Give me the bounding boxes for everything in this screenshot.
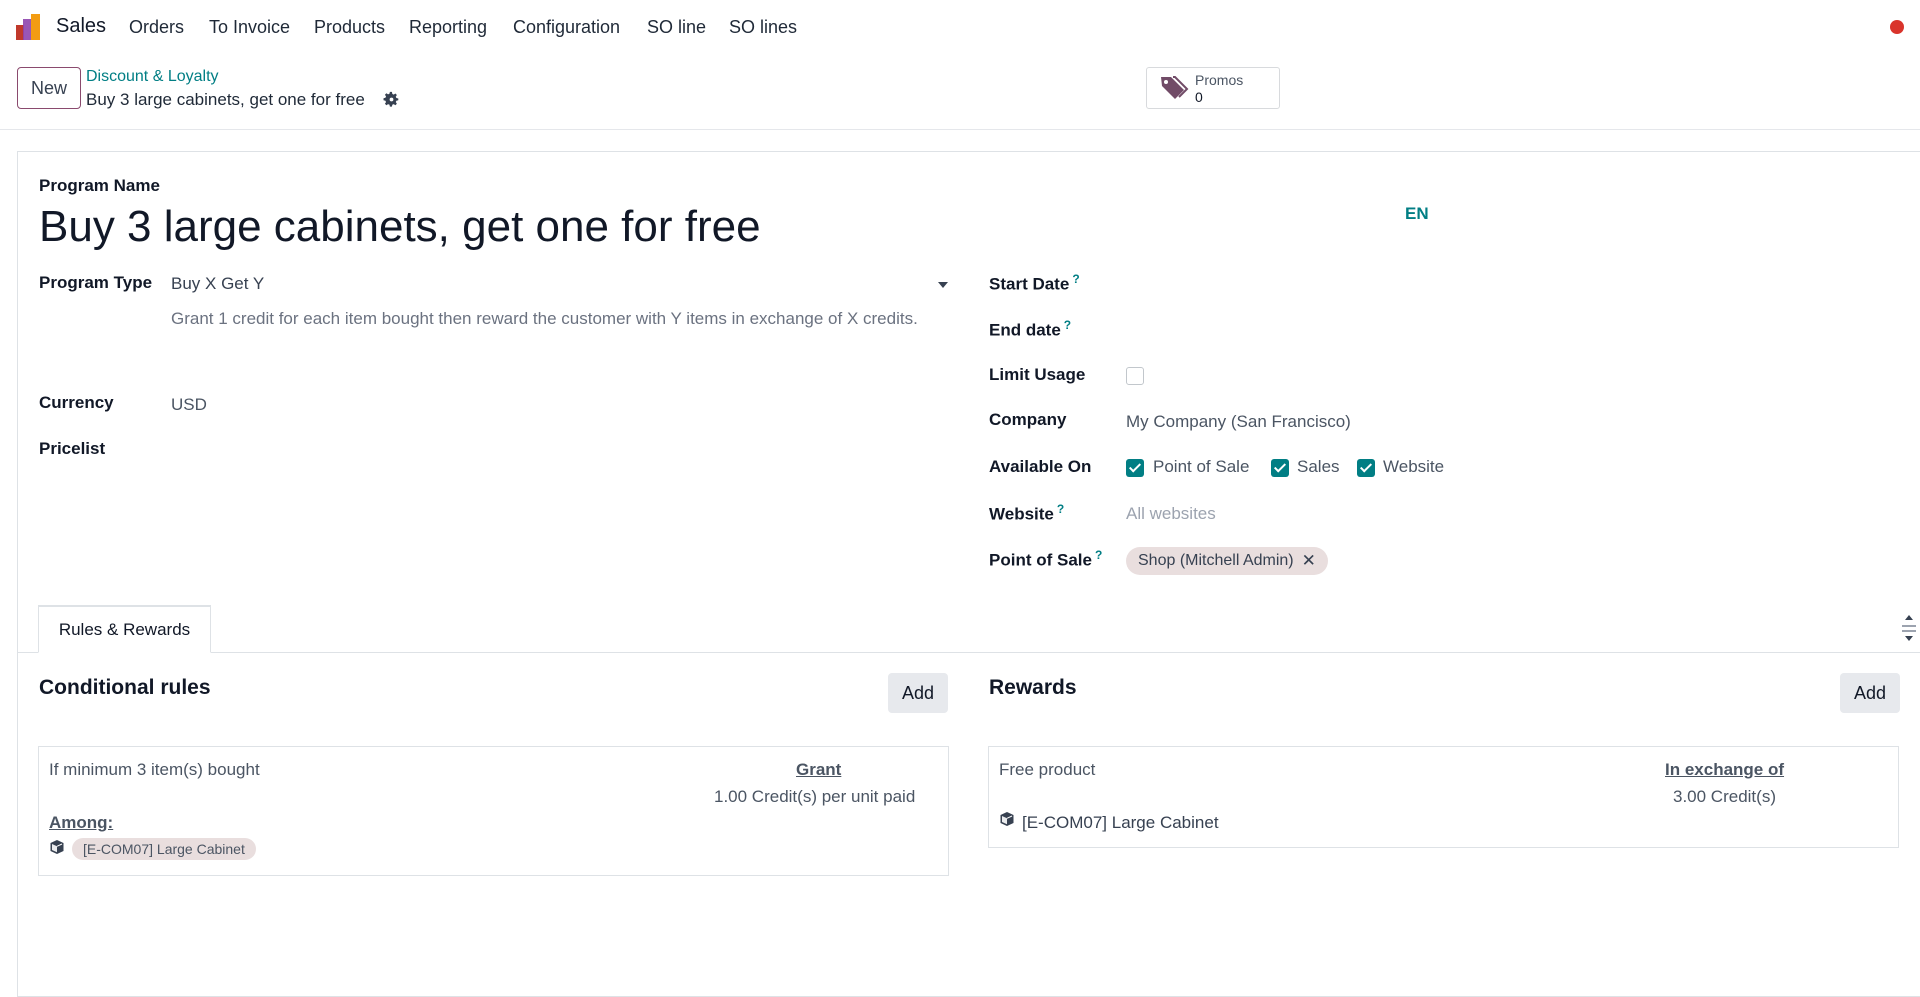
app-name[interactable]: Sales bbox=[56, 15, 106, 38]
rewards-title: Rewards bbox=[989, 676, 1077, 699]
currency-label: Currency bbox=[39, 393, 114, 412]
pricelist-label: Pricelist bbox=[39, 439, 106, 458]
website-field[interactable]: All websites bbox=[1126, 504, 1216, 524]
nav-configuration[interactable]: Configuration bbox=[513, 17, 620, 38]
top-navbar: Sales Orders To Invoice Products Reporti… bbox=[0, 0, 1920, 56]
add-rule-button[interactable]: Add bbox=[888, 673, 948, 713]
gear-icon[interactable] bbox=[383, 91, 400, 108]
exchange-value: 3.00 Credit(s) bbox=[1673, 787, 1776, 806]
program-type-select[interactable]: Buy X Get Y bbox=[171, 274, 264, 294]
control-panel-divider bbox=[0, 129, 1920, 130]
program-type-label: Program Type bbox=[39, 273, 153, 292]
status-dot[interactable] bbox=[1890, 20, 1904, 34]
help-icon[interactable]: ? bbox=[1072, 272, 1079, 286]
pos-label: Point of Sale? bbox=[989, 548, 1103, 570]
promos-smart-button[interactable]: Promos 0 bbox=[1146, 67, 1280, 109]
add-reward-button[interactable]: Add bbox=[1840, 673, 1900, 713]
pos-checkbox-label: Point of Sale bbox=[1153, 457, 1250, 476]
chevron-down-icon[interactable] bbox=[938, 282, 948, 288]
nav-so-lines[interactable]: SO lines bbox=[729, 17, 797, 38]
form-sheet: Program Name Buy 3 large cabinets, get o… bbox=[17, 151, 1920, 997]
limit-usage-label: Limit Usage bbox=[989, 365, 1086, 384]
rule-condition: If minimum 3 item(s) bought bbox=[49, 760, 260, 779]
reward-card[interactable]: Free product In exchange of 3.00 Credit(… bbox=[988, 746, 1899, 848]
sales-app-icon[interactable] bbox=[15, 13, 45, 41]
reward-type: Free product bbox=[999, 760, 1096, 779]
program-name-label: Program Name bbox=[39, 176, 160, 195]
nav-products[interactable]: Products bbox=[314, 17, 385, 38]
limit-usage-checkbox[interactable] bbox=[1126, 367, 1144, 385]
available-on-label: Available On bbox=[989, 457, 1092, 476]
promos-label: Promos bbox=[1195, 72, 1244, 88]
product-tag: [E-COM07] Large Cabinet bbox=[72, 838, 256, 860]
help-icon[interactable]: ? bbox=[1064, 318, 1071, 332]
sales-checkbox[interactable] bbox=[1271, 459, 1289, 477]
new-button[interactable]: New bbox=[17, 67, 81, 109]
nav-orders[interactable]: Orders bbox=[129, 17, 184, 38]
promos-count: 0 bbox=[1195, 89, 1203, 105]
nav-so-line[interactable]: SO line bbox=[647, 17, 706, 38]
company-field[interactable]: My Company (San Francisco) bbox=[1126, 412, 1351, 432]
close-icon[interactable]: ✕ bbox=[1302, 551, 1316, 571]
end-date-label: End date? bbox=[989, 318, 1072, 340]
tab-rules-rewards[interactable]: Rules & Rewards bbox=[38, 605, 211, 653]
website-checkbox-label: Website bbox=[1383, 457, 1445, 476]
help-icon[interactable]: ? bbox=[1095, 548, 1102, 562]
language-button[interactable]: EN bbox=[1405, 204, 1429, 224]
currency-field[interactable]: USD bbox=[171, 395, 207, 415]
scroll-indicator-icon[interactable] bbox=[1901, 612, 1917, 652]
tags-icon bbox=[1161, 76, 1189, 99]
breadcrumb-current: Buy 3 large cabinets, get one for free bbox=[86, 90, 365, 109]
website-checkbox[interactable] bbox=[1357, 459, 1375, 477]
pos-checkbox[interactable] bbox=[1126, 459, 1144, 477]
program-name-field[interactable]: Buy 3 large cabinets, get one for free bbox=[39, 202, 761, 252]
company-label: Company bbox=[989, 410, 1067, 429]
grant-header: Grant bbox=[796, 760, 842, 779]
conditional-rules-title: Conditional rules bbox=[39, 676, 211, 699]
help-icon[interactable]: ? bbox=[1057, 502, 1064, 516]
breadcrumb-parent[interactable]: Discount & Loyalty bbox=[86, 68, 219, 86]
nav-to-invoice[interactable]: To Invoice bbox=[209, 17, 290, 38]
rule-card[interactable]: If minimum 3 item(s) bought Grant 1.00 C… bbox=[38, 746, 949, 876]
pos-tag-label: Shop (Mitchell Admin) bbox=[1138, 552, 1294, 569]
grant-value: 1.00 Credit(s) per unit paid bbox=[714, 787, 916, 806]
program-type-description: Grant 1 credit for each item bought then… bbox=[171, 309, 918, 328]
tabs-divider bbox=[18, 652, 1920, 653]
website-label: Website? bbox=[989, 502, 1065, 524]
reward-product: [E-COM07] Large Cabinet bbox=[1022, 813, 1219, 832]
exchange-header: In exchange of bbox=[1665, 760, 1785, 779]
nav-reporting[interactable]: Reporting bbox=[409, 17, 487, 38]
pos-tag: Shop (Mitchell Admin) ✕ bbox=[1126, 547, 1328, 575]
box-icon bbox=[1000, 812, 1014, 826]
start-date-label: Start Date? bbox=[989, 272, 1080, 294]
sales-checkbox-label: Sales bbox=[1297, 457, 1340, 476]
box-icon bbox=[50, 840, 64, 854]
among-label: Among: bbox=[49, 813, 114, 832]
